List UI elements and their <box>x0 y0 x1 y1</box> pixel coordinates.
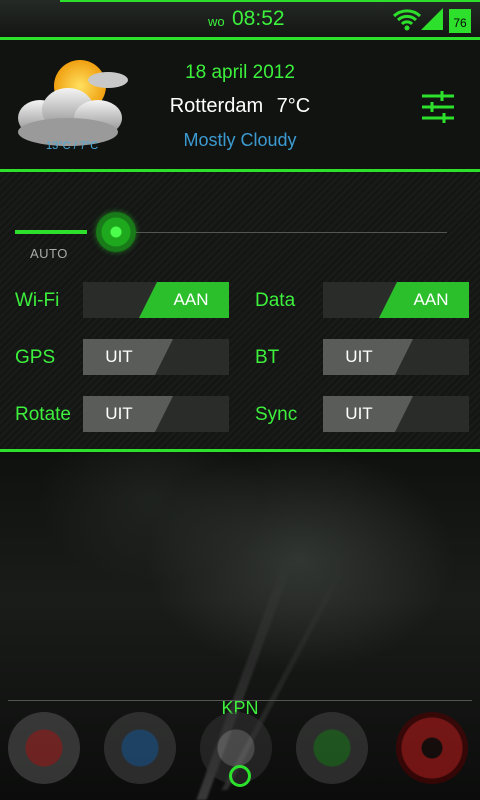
sync-toggle[interactable]: UIT <box>323 396 469 432</box>
status-accent-line <box>60 0 480 2</box>
data-toggle[interactable]: AAN <box>323 282 469 318</box>
city-name: Rotterdam <box>169 95 264 117</box>
wifi-icon <box>392 9 422 31</box>
data-toggle-state: AAN <box>379 282 469 318</box>
sync-label: Sync <box>255 404 298 425</box>
rotate-label: Rotate <box>15 404 71 425</box>
sliders-icon[interactable] <box>420 90 456 124</box>
battery-indicator: 76 <box>449 9 471 33</box>
rotate-toggle[interactable]: UIT <box>83 396 229 432</box>
brightness-fill <box>15 230 87 234</box>
status-bar: wo 08:52 76 <box>0 0 480 40</box>
weather-condition: Mostly Cloudy <box>183 130 297 150</box>
weather-widget[interactable]: 13°C / 7°C 18 april 2012 Rotterdam 7°C M… <box>0 40 480 172</box>
wifi-toggle-state: AAN <box>139 282 229 318</box>
quick-settings-panel: 13°C / 7°C 18 april 2012 Rotterdam 7°C M… <box>0 40 480 452</box>
weather-location: Rotterdam 7°C <box>0 95 480 118</box>
bt-label: BT <box>255 347 280 368</box>
data-label: Data <box>255 290 296 311</box>
opera-icon[interactable] <box>396 712 468 784</box>
brightness-track[interactable] <box>100 232 447 233</box>
bt-toggle-state: UIT <box>323 339 413 375</box>
current-temperature: 7°C <box>276 95 311 117</box>
gps-toggle-state: UIT <box>83 339 173 375</box>
wifi-label: Wi-Fi <box>15 290 60 311</box>
auto-brightness-toggle[interactable]: AUTO <box>30 246 68 261</box>
wifi-toggle[interactable]: AAN <box>83 282 229 318</box>
whatsapp-icon[interactable] <box>296 712 368 784</box>
status-time: 08:52 <box>232 7 285 30</box>
sync-toggle-state: UIT <box>323 396 413 432</box>
contacts-icon[interactable] <box>104 712 176 784</box>
gmail-icon[interactable] <box>8 712 80 784</box>
signal-icon <box>421 8 443 30</box>
weather-date: 18 april 2012 <box>185 62 295 83</box>
brightness-slider-thumb[interactable] <box>96 212 136 252</box>
gps-label: GPS <box>15 347 56 368</box>
bt-toggle[interactable]: UIT <box>323 339 469 375</box>
rotate-toggle-state: UIT <box>83 396 173 432</box>
gps-toggle[interactable]: UIT <box>83 339 229 375</box>
status-day: wo <box>208 14 225 29</box>
home-button[interactable] <box>229 765 251 787</box>
